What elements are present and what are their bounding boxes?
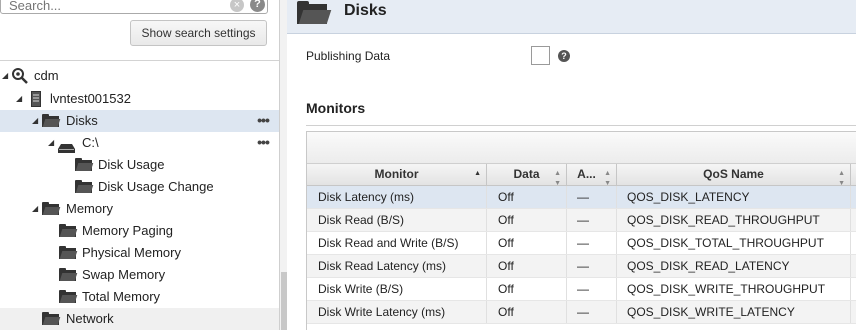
tree-item-label: lvntest001532 xyxy=(50,91,131,106)
tree-item-label: Physical Memory xyxy=(82,245,181,260)
tree-item-label: C:\ xyxy=(82,135,99,150)
monitor-cell: Disk Write Latency (ms) xyxy=(307,301,487,323)
table-row[interactable]: Disk Read (B/S) Off — QOS_DISK_READ_THRO… xyxy=(307,209,856,232)
column-header-qos-name[interactable]: QoS Name ▲ ▼ xyxy=(617,164,851,187)
sort-ascending-icon[interactable]: ▲ xyxy=(474,164,481,179)
page-title: Disks xyxy=(344,2,387,19)
monitors-table: Monitor ▲ Data ▲ ▼ A... ▲ ▼ QoS Name ▲ ▼ Di… xyxy=(306,131,856,330)
table-toolbar xyxy=(307,132,856,164)
monitors-section-title: Monitors xyxy=(306,100,366,116)
expand-arrow-icon[interactable]: ◢ xyxy=(16,88,22,110)
tree-item-label: Total Memory xyxy=(82,289,161,304)
tree-item-c-drive[interactable]: ◢ C:\ ••• xyxy=(0,132,279,154)
tree-item-swap-memory[interactable]: Swap Memory xyxy=(0,264,279,286)
folder-icon xyxy=(297,1,332,25)
table-header: Monitor ▲ Data ▲ ▼ A... ▲ ▼ QoS Name ▲ ▼ xyxy=(307,164,856,187)
data-cell: Off xyxy=(487,209,567,231)
tree-item-total-memory[interactable]: Total Memory xyxy=(0,286,279,308)
a-cell: — xyxy=(567,278,617,300)
divider xyxy=(306,125,856,126)
tree-item-memory-paging[interactable]: Memory Paging xyxy=(0,220,279,242)
tree-item-disks[interactable]: ◢ Disks ••• xyxy=(0,110,279,132)
column-header-monitor[interactable]: Monitor ▲ xyxy=(307,164,487,186)
expand-arrow-icon[interactable]: ◢ xyxy=(32,110,38,132)
tree-item-cdm[interactable]: ◢ cdm xyxy=(0,65,279,87)
column-header-label: Data xyxy=(513,167,540,181)
tree-item-label: Memory Paging xyxy=(82,223,174,238)
column-header-label: QoS Name xyxy=(703,167,764,181)
publishing-data-row: Publishing Data ? xyxy=(287,40,856,72)
table-row[interactable]: Disk Latency (ms) Off — QOS_DISK_LATENCY xyxy=(307,186,856,209)
tree-item-label: Disk Usage Change xyxy=(98,179,214,194)
data-cell: Off xyxy=(487,255,567,277)
a-cell: — xyxy=(567,186,617,208)
column-header-a[interactable]: A... ▲ ▼ xyxy=(567,164,617,187)
detail-panel: Disks Publishing Data ? Monitors Monitor… xyxy=(287,0,856,330)
qos-name-cell: QOS_DISK_READ_LATENCY xyxy=(617,255,851,277)
panel-splitter[interactable] xyxy=(279,0,287,330)
monitor-cell: Disk Read and Write (B/S) xyxy=(307,232,487,254)
qos-name-cell: QOS_DISK_WRITE_LATENCY xyxy=(617,301,851,323)
a-cell: — xyxy=(567,301,617,323)
column-header-data[interactable]: Data ▲ ▼ xyxy=(487,164,567,187)
tree-item-label: Disk Usage xyxy=(98,157,165,172)
expand-arrow-icon[interactable]: ◢ xyxy=(32,198,38,220)
table-row[interactable]: Disk Write Latency (ms) Off — QOS_DISK_W… xyxy=(307,301,856,324)
publishing-data-label: Publishing Data xyxy=(306,49,391,63)
tree-item-network[interactable]: Network xyxy=(0,308,279,330)
search-help-icon[interactable]: ? xyxy=(250,0,265,12)
qos-name-cell: QOS_DISK_WRITE_THROUGHPUT xyxy=(617,278,851,300)
monitor-cell: Disk Read (B/S) xyxy=(307,209,487,231)
table-row[interactable]: Disk Read Latency (ms) Off — QOS_DISK_RE… xyxy=(307,255,856,278)
column-header-label: A... xyxy=(577,167,596,181)
tree-item-physical-memory[interactable]: Physical Memory xyxy=(0,242,279,264)
publishing-data-checkbox[interactable] xyxy=(531,46,550,65)
detail-header: Disks xyxy=(287,0,856,34)
more-options-icon[interactable]: ••• xyxy=(254,132,272,152)
expand-arrow-icon[interactable]: ◢ xyxy=(2,65,8,87)
a-cell: — xyxy=(567,255,617,277)
clear-search-icon[interactable]: × xyxy=(230,0,244,12)
search-input[interactable] xyxy=(9,0,219,13)
navigation-panel: × ? Show search settings ◢ cdm ◢ lvntest… xyxy=(0,0,279,330)
tree-item-label: cdm xyxy=(34,68,59,83)
qos-name-cell: QOS_DISK_READ_THROUGHPUT xyxy=(617,209,851,231)
monitor-cell: Disk Latency (ms) xyxy=(307,186,487,208)
a-cell: — xyxy=(567,232,617,254)
qos-name-cell: QOS_DISK_LATENCY xyxy=(617,186,851,208)
data-cell: Off xyxy=(487,278,567,300)
divider xyxy=(0,60,279,61)
help-icon[interactable]: ? xyxy=(558,50,570,62)
tree-item-label: Network xyxy=(66,311,114,326)
search-box: × ? xyxy=(0,0,268,14)
data-cell: Off xyxy=(487,186,567,208)
more-options-icon[interactable]: ••• xyxy=(254,110,272,130)
tree-item-disk-usage[interactable]: Disk Usage xyxy=(0,154,279,176)
tree-item-label: Swap Memory xyxy=(82,267,166,282)
expand-arrow-icon[interactable]: ◢ xyxy=(48,132,54,154)
monitor-cell: Disk Write (B/S) xyxy=(307,278,487,300)
column-header-label: Monitor xyxy=(374,167,419,181)
tree-item-memory[interactable]: ◢ Memory xyxy=(0,198,279,220)
a-cell: — xyxy=(567,209,617,231)
table-row[interactable]: Disk Read and Write (B/S) Off — QOS_DISK… xyxy=(307,232,856,255)
table-row[interactable]: Disk Write (B/S) Off — QOS_DISK_WRITE_TH… xyxy=(307,278,856,301)
data-cell: Off xyxy=(487,301,567,323)
show-search-settings-button[interactable]: Show search settings xyxy=(130,20,267,46)
tree-item-label: Memory xyxy=(66,201,113,216)
tree-item-label: Disks xyxy=(66,113,98,128)
qos-name-cell: QOS_DISK_TOTAL_THROUGHPUT xyxy=(617,232,851,254)
tree-item-lvntest001532[interactable]: ◢ lvntest001532 xyxy=(0,88,279,110)
data-cell: Off xyxy=(487,232,567,254)
tree-item-disk-usage-change[interactable]: Disk Usage Change xyxy=(0,176,279,198)
monitor-cell: Disk Read Latency (ms) xyxy=(307,255,487,277)
